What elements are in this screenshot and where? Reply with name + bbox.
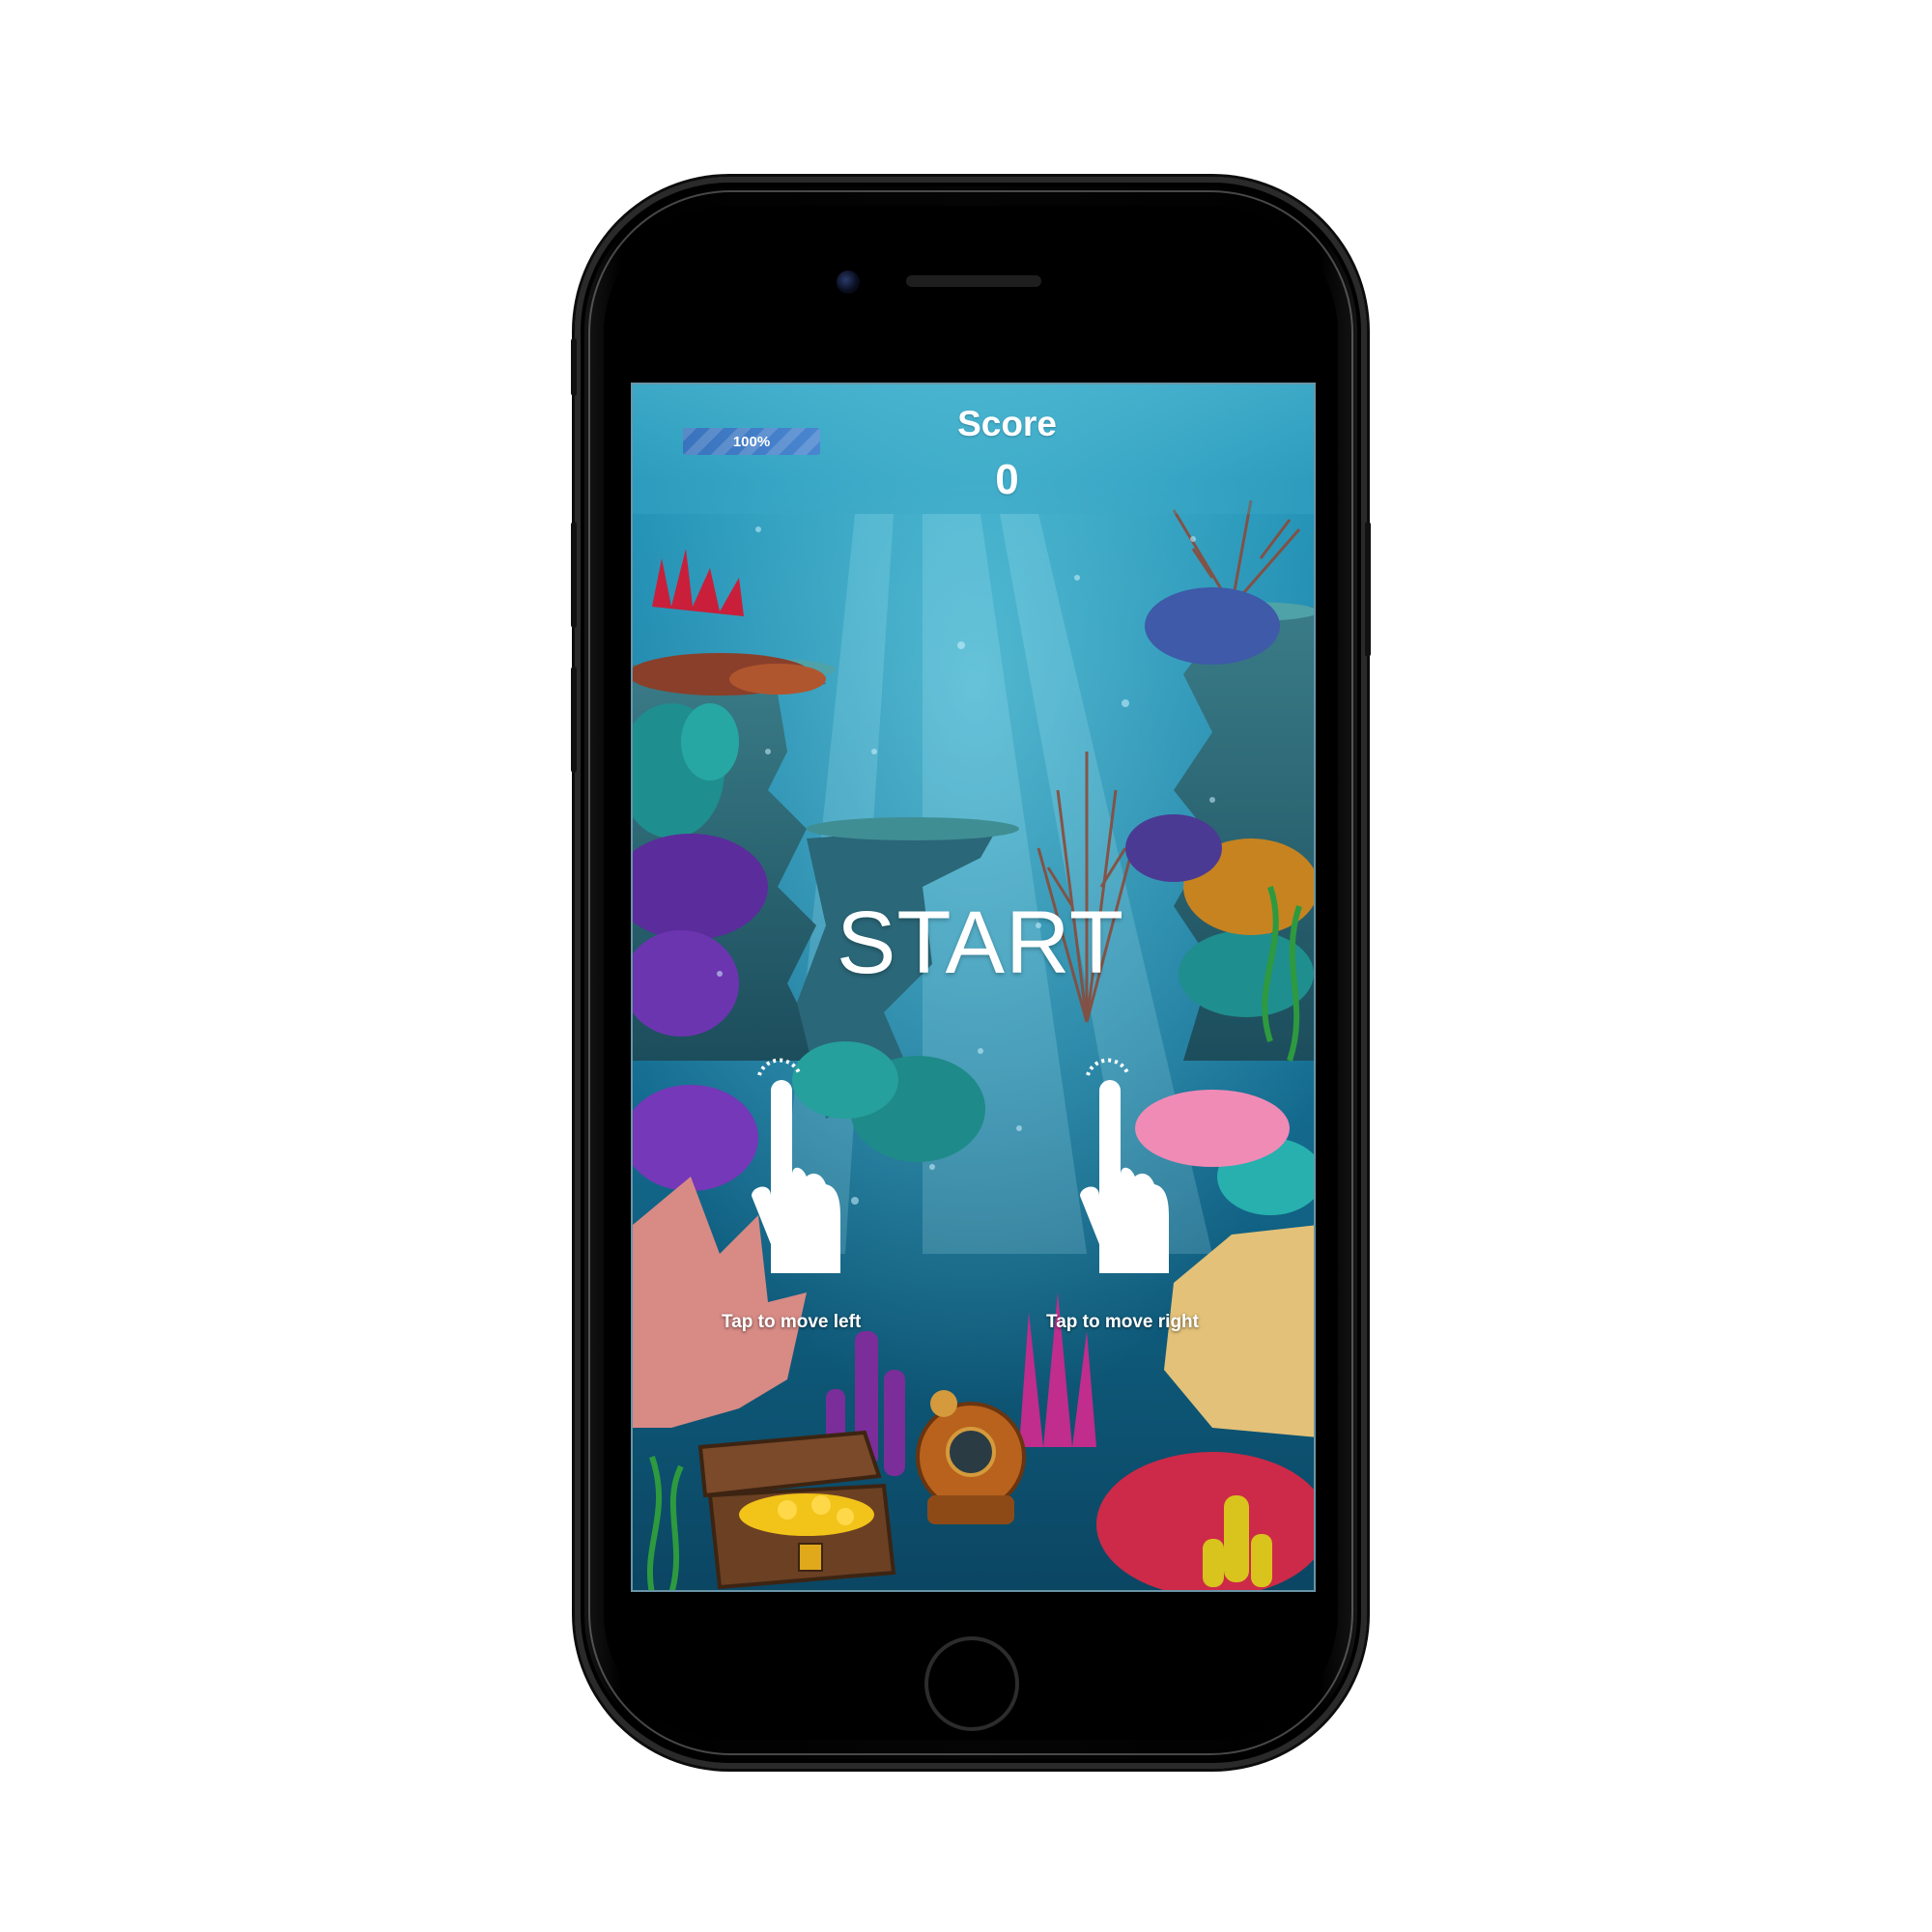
mute-switch [571,338,577,396]
tap-left-hand-icon[interactable] [744,1051,850,1283]
hint-move-left: Tap to move left [722,1312,862,1332]
start-button[interactable]: START [807,894,1154,992]
game-screen[interactable]: 100% Score 0 START Tap to move left Tap … [631,383,1316,1592]
earpiece-speaker [906,275,1041,287]
volume-down-button [571,667,577,773]
hint-move-right: Tap to move right [1046,1312,1199,1332]
score-label: Score [957,404,1057,443]
score-value: 0 [995,456,1019,503]
home-button[interactable] [924,1636,1019,1731]
treasure-chest [697,1430,896,1590]
volume-up-button [571,522,577,628]
power-button [1365,522,1371,657]
tap-right-hand-icon[interactable] [1072,1051,1179,1283]
front-camera [837,270,860,294]
